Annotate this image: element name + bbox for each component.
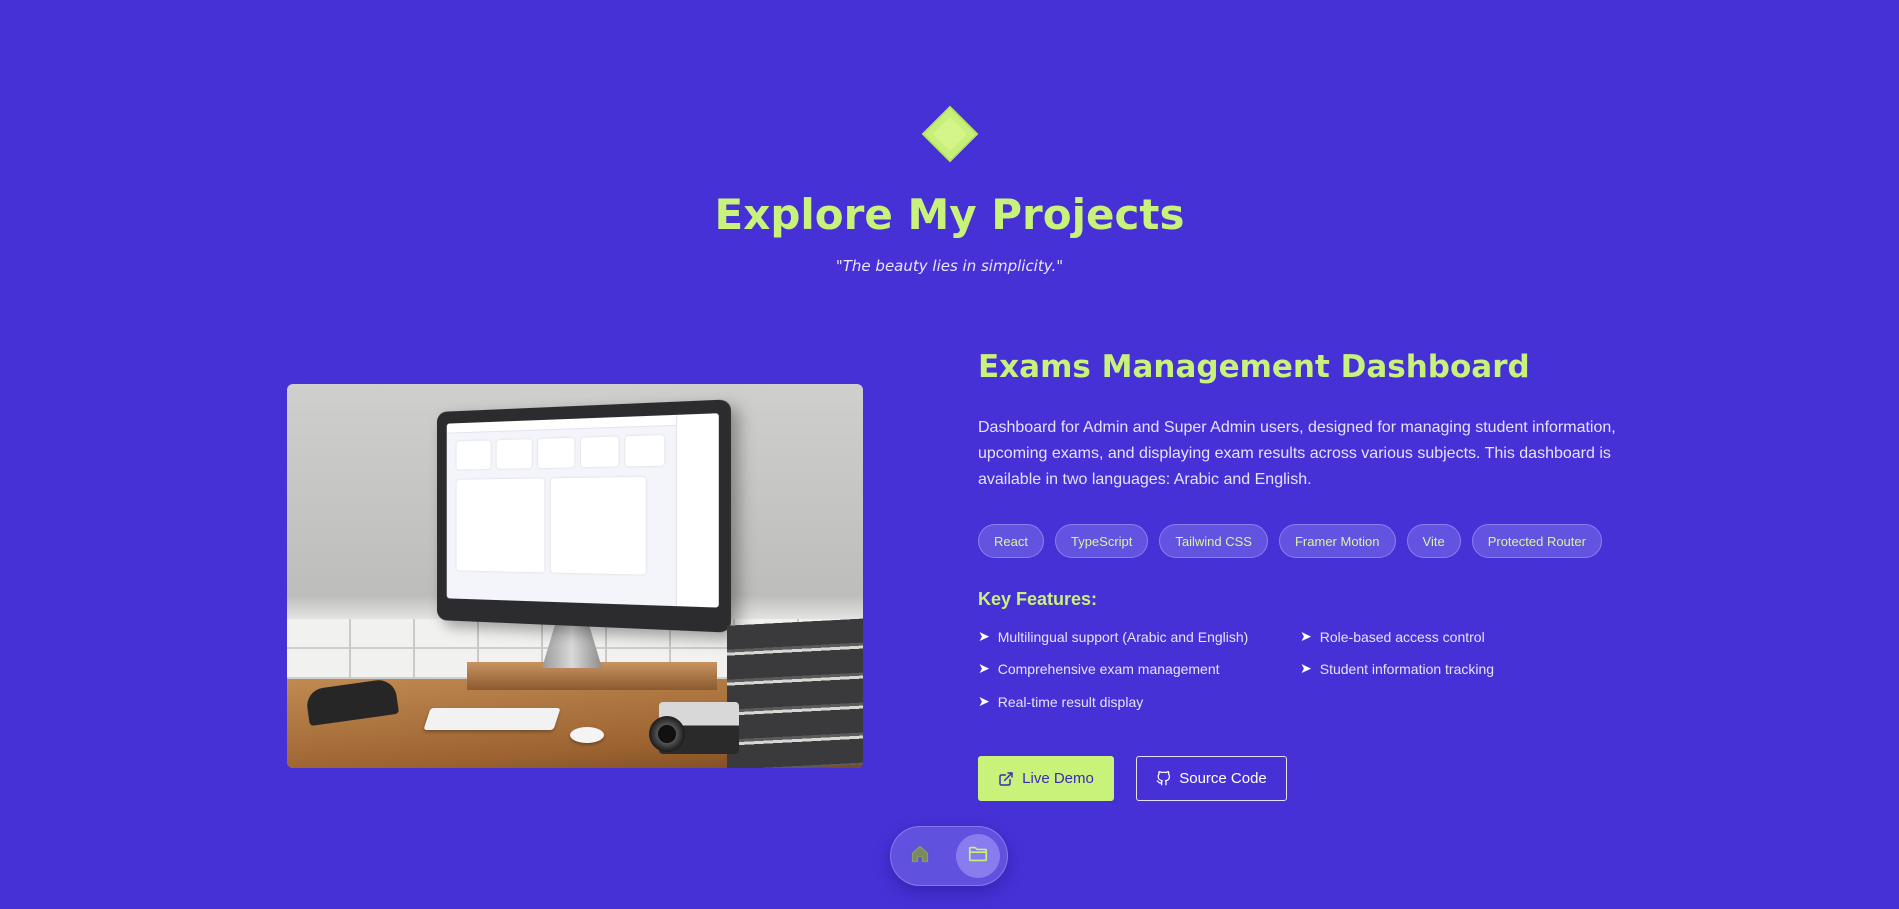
diamond-logo-icon: [921, 105, 979, 163]
features-heading: Key Features:: [978, 589, 1098, 609]
live-demo-button[interactable]: Live Demo: [978, 756, 1114, 801]
feature-item: ➤ Role-based access control: [1300, 628, 1485, 645]
arrow-right-icon: ➤: [978, 660, 990, 676]
project-title: Exams Management Dashboard: [978, 349, 1530, 385]
feature-item: ➤ Multilingual support (Arabic and Engli…: [978, 628, 1248, 645]
tag-tailwind-css: Tailwind CSS: [1159, 524, 1268, 558]
feature-label: Student information tracking: [1319, 660, 1495, 677]
page-title: Explore My Projects: [714, 190, 1185, 239]
tag-protected-router: Protected Router: [1471, 524, 1602, 558]
project-screenshot-image: [287, 384, 863, 768]
github-icon: [1156, 771, 1171, 786]
home-icon: [910, 844, 930, 869]
feature-label: Role-based access control: [1319, 628, 1485, 645]
source-code-label: Source Code: [1179, 770, 1267, 787]
project-description: Dashboard for Admin and Super Admin user…: [978, 419, 1616, 488]
feature-item: ➤ Student information tracking: [1300, 660, 1494, 677]
tag-typescript: TypeScript: [1054, 524, 1149, 558]
book-stack: [727, 618, 863, 768]
external-link-icon: [998, 771, 1014, 787]
camera: [649, 702, 739, 754]
folder-icon: [967, 843, 989, 870]
nav-home-button[interactable]: [898, 834, 942, 878]
monitor: [437, 399, 731, 633]
feature-item: ➤ Real-time result display: [978, 693, 1143, 710]
projects-section: Explore My Projects "The beauty lies in …: [0, 0, 1899, 909]
tagline: "The beauty lies in simplicity.": [835, 257, 1064, 275]
source-code-button[interactable]: Source Code: [1136, 756, 1287, 801]
arrow-right-icon: ➤: [978, 693, 990, 709]
tag-framer-motion: Framer Motion: [1278, 524, 1396, 558]
tech-tags: React TypeScript Tailwind CSS Framer Mot…: [978, 524, 1602, 558]
feature-label: Real-time result display: [997, 693, 1144, 710]
arrow-right-icon: ➤: [978, 628, 990, 644]
arrow-right-icon: ➤: [1300, 628, 1312, 644]
mouse: [570, 727, 604, 743]
tag-vite: Vite: [1406, 524, 1461, 558]
dashboard-preview: [446, 413, 719, 608]
feature-label: Multilingual support (Arabic and English…: [997, 628, 1249, 645]
nav-projects-button[interactable]: [956, 834, 1000, 878]
keyboard: [423, 708, 561, 730]
arrow-right-icon: ➤: [1300, 660, 1312, 676]
feature-label: Comprehensive exam management: [997, 660, 1220, 677]
tag-react: React: [978, 524, 1044, 558]
feature-item: ➤ Comprehensive exam management: [978, 660, 1220, 677]
live-demo-label: Live Demo: [1022, 770, 1094, 787]
floating-nav: [890, 826, 1008, 886]
